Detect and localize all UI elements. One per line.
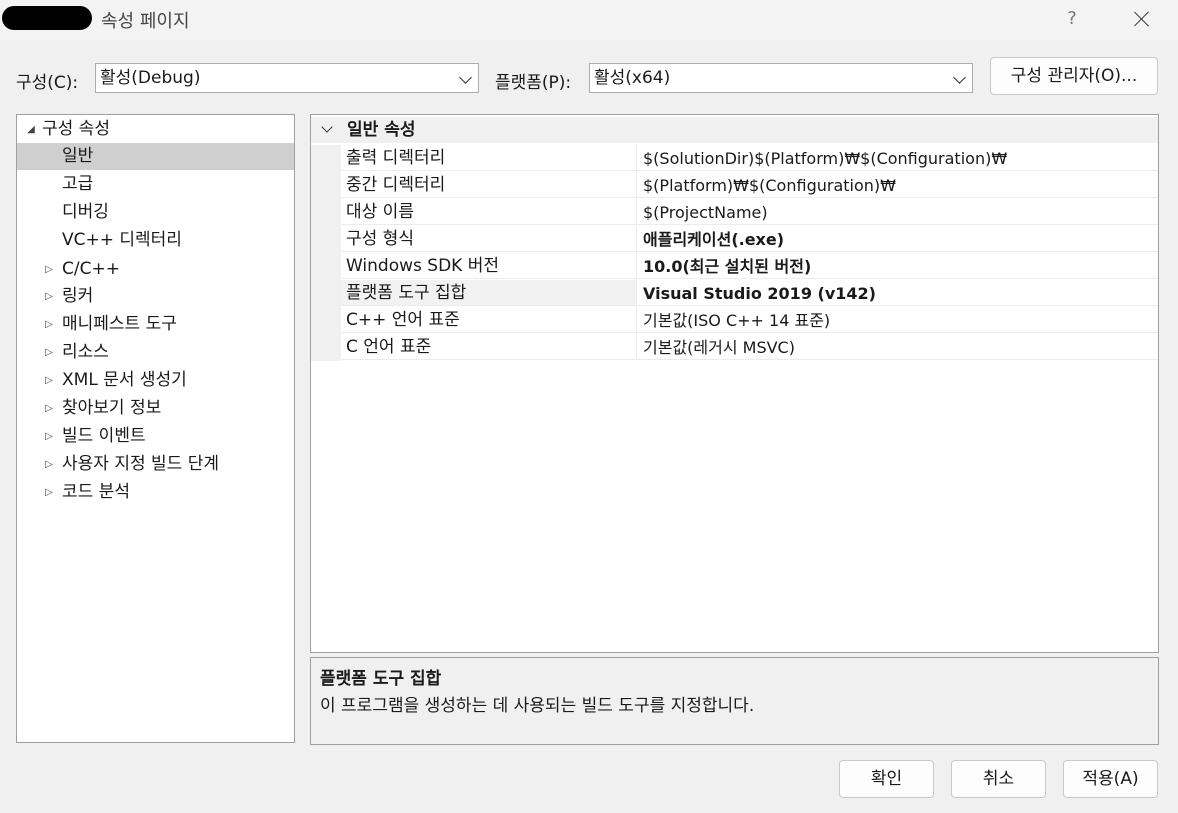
description-text: 이 프로그램을 생성하는 데 사용되는 빌드 도구를 지정합니다.: [320, 696, 755, 716]
collapsed-arrow-icon[interactable]: ▷: [43, 367, 55, 394]
property-name: 중간 디렉터리: [341, 172, 637, 198]
collapsed-arrow-icon[interactable]: ▷: [43, 256, 55, 283]
tree-item-label: 고급: [62, 174, 94, 194]
tree-item-vc-directories[interactable]: VC++ 디렉터리: [17, 227, 294, 254]
section-header-general[interactable]: 일반 속성: [311, 117, 1158, 143]
tree-item-label: 링커: [62, 286, 94, 306]
title-bar: 속성 페이지 ?: [0, 0, 1178, 40]
row-gutter: [311, 307, 341, 334]
config-label: 구성(C):: [16, 73, 79, 93]
tree-item-linker[interactable]: ▷ 링커: [17, 283, 294, 310]
apply-button[interactable]: 적용(A): [1063, 760, 1158, 798]
tree-item-label: 찾아보기 정보: [62, 398, 162, 418]
ok-button[interactable]: 확인: [839, 760, 934, 798]
property-name: Windows SDK 버전: [341, 253, 637, 279]
tree-item-c-cpp[interactable]: ▷ C/C++: [17, 256, 294, 283]
property-value[interactable]: 기본값(레거시 MSVC): [637, 334, 1158, 360]
tree-item-label: 사용자 지정 빌드 단계: [62, 454, 219, 474]
property-value[interactable]: 10.0(최근 설치된 버전): [637, 253, 1158, 279]
collapsed-arrow-icon[interactable]: ▷: [43, 395, 55, 422]
property-value[interactable]: $(ProjectName): [637, 199, 1158, 225]
section-title: 일반 속성: [347, 120, 416, 140]
property-row-config-type[interactable]: 구성 형식 애플리케이션(.exe): [311, 226, 1158, 253]
help-button[interactable]: ?: [1058, 4, 1086, 34]
collapsed-arrow-icon[interactable]: ▷: [43, 311, 55, 338]
property-row-intermediate-dir[interactable]: 중간 디렉터리 $(Platform)₩$(Configuration)₩: [311, 172, 1158, 199]
property-name: C++ 언어 표준: [341, 307, 637, 333]
chevron-down-icon[interactable]: [321, 121, 333, 133]
cancel-button[interactable]: 취소: [951, 760, 1046, 798]
collapsed-arrow-icon[interactable]: ▷: [43, 451, 55, 478]
tree-item-label: C/C++: [62, 259, 120, 279]
collapsed-arrow-icon[interactable]: ▷: [43, 423, 55, 450]
description-panel: 플랫폼 도구 집합 이 프로그램을 생성하는 데 사용되는 빌드 도구를 지정합…: [310, 657, 1159, 745]
property-row-windows-sdk[interactable]: Windows SDK 버전 10.0(최근 설치된 버전): [311, 253, 1158, 280]
property-value[interactable]: 기본값(ISO C++ 14 표준): [637, 307, 1158, 333]
collapsed-arrow-icon[interactable]: ▷: [43, 339, 55, 366]
tree-item-label: VC++ 디렉터리: [62, 230, 182, 250]
tree-item-manifest-tool[interactable]: ▷ 매니페스트 도구: [17, 311, 294, 338]
tree-item-xml-doc-generator[interactable]: ▷ XML 문서 생성기: [17, 367, 294, 394]
property-row-target-name[interactable]: 대상 이름 $(ProjectName): [311, 199, 1158, 226]
property-name: C 언어 표준: [341, 334, 637, 360]
category-tree: ◢ 구성 속성 일반 고급 디버깅 VC++ 디렉터리 ▷ C/C++ ▷ 링커…: [16, 114, 295, 743]
tree-item-code-analysis[interactable]: ▷ 코드 분석: [17, 479, 294, 506]
tree-item-label: 구성 속성: [42, 119, 110, 139]
property-name: 출력 디렉터리: [341, 145, 637, 171]
row-gutter: [311, 199, 341, 226]
tree-item-label: 코드 분석: [62, 482, 130, 502]
platform-select-value: 활성(x64): [594, 68, 671, 88]
property-value[interactable]: $(Platform)₩$(Configuration)₩: [637, 172, 1158, 198]
row-gutter: [311, 253, 341, 280]
tree-item-advanced[interactable]: 고급: [17, 171, 294, 198]
tree-item-resources[interactable]: ▷ 리소스: [17, 339, 294, 366]
window-title: 속성 페이지: [101, 11, 190, 32]
collapsed-arrow-icon[interactable]: ▷: [43, 283, 55, 310]
config-select-value: 활성(Debug): [100, 68, 201, 88]
description-title: 플랫폼 도구 집합: [320, 669, 442, 689]
row-gutter: [311, 280, 341, 307]
tree-item-build-events[interactable]: ▷ 빌드 이벤트: [17, 423, 294, 450]
tree-item-browse-info[interactable]: ▷ 찾아보기 정보: [17, 395, 294, 422]
property-value[interactable]: 애플리케이션(.exe): [637, 226, 1158, 252]
row-gutter: [311, 145, 341, 172]
collapsed-arrow-icon[interactable]: ▷: [43, 479, 55, 506]
platform-select[interactable]: 활성(x64): [589, 63, 973, 93]
tree-item-label: 리소스: [62, 342, 109, 362]
config-select[interactable]: 활성(Debug): [95, 63, 479, 93]
property-name: 구성 형식: [341, 226, 637, 252]
config-manager-button[interactable]: 구성 관리자(O)...: [990, 57, 1158, 95]
property-value[interactable]: Visual Studio 2019 (v142): [637, 280, 1158, 306]
close-icon[interactable]: [1124, 4, 1160, 34]
chevron-down-icon: [953, 71, 966, 84]
tree-item-label: 빌드 이벤트: [62, 426, 146, 446]
property-name: 대상 이름: [341, 199, 637, 225]
property-name: 플랫폼 도구 집합: [341, 280, 637, 306]
property-row-cpp-standard[interactable]: C++ 언어 표준 기본값(ISO C++ 14 표준): [311, 307, 1158, 334]
property-value[interactable]: $(SolutionDir)$(Platform)₩$(Configuratio…: [637, 145, 1158, 171]
expanded-arrow-icon[interactable]: ◢: [25, 116, 37, 143]
row-gutter: [311, 172, 341, 199]
tree-item-label: 매니페스트 도구: [62, 314, 177, 334]
chevron-down-icon: [459, 71, 472, 84]
row-gutter: [311, 226, 341, 253]
tree-item-label: 디버깅: [62, 202, 109, 222]
tree-item-label: 일반: [62, 146, 94, 166]
tree-item-debugging[interactable]: 디버깅: [17, 199, 294, 226]
redacted-app-name: [2, 6, 92, 30]
platform-label: 플랫폼(P):: [495, 73, 572, 93]
tree-item-custom-build-step[interactable]: ▷ 사용자 지정 빌드 단계: [17, 451, 294, 478]
tree-item-general[interactable]: 일반: [17, 143, 294, 170]
row-gutter: [311, 334, 341, 361]
property-grid: 일반 속성 출력 디렉터리 $(SolutionDir)$(Platform)₩…: [310, 114, 1159, 653]
property-row-output-dir[interactable]: 출력 디렉터리 $(SolutionDir)$(Platform)₩$(Conf…: [311, 145, 1158, 172]
tree-item-label: XML 문서 생성기: [62, 370, 187, 390]
property-row-c-standard[interactable]: C 언어 표준 기본값(레거시 MSVC): [311, 334, 1158, 361]
property-row-platform-toolset[interactable]: 플랫폼 도구 집합 Visual Studio 2019 (v142): [311, 280, 1158, 307]
tree-item-config-properties[interactable]: ◢ 구성 속성: [17, 116, 294, 143]
